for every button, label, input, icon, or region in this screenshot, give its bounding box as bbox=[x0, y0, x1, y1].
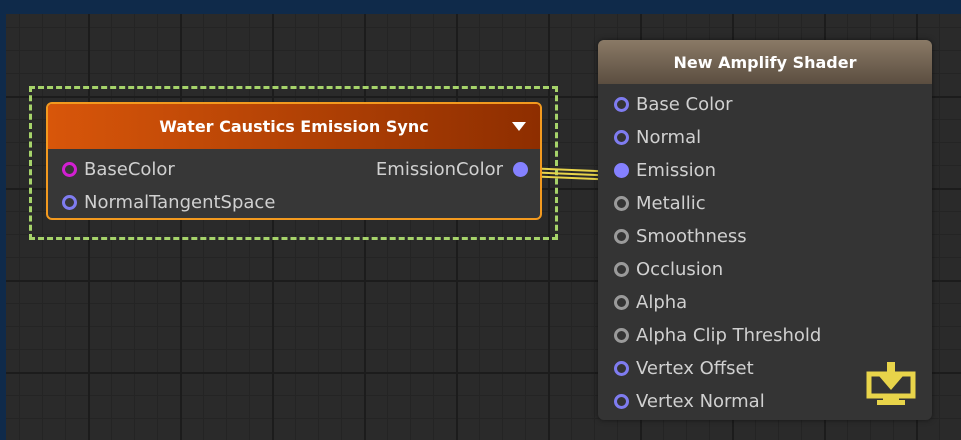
port-circle-icon[interactable] bbox=[62, 162, 77, 177]
port-circle-icon[interactable] bbox=[614, 262, 629, 277]
port-circle-icon[interactable] bbox=[614, 130, 629, 145]
input-port-vertex-offset[interactable]: Vertex Offset bbox=[614, 358, 754, 379]
port-label: Normal bbox=[636, 127, 702, 148]
port-label: Occlusion bbox=[636, 259, 724, 280]
port-circle-icon[interactable] bbox=[614, 361, 629, 376]
node-header[interactable]: Water Caustics Emission Sync bbox=[48, 104, 540, 149]
port-circle-icon[interactable] bbox=[614, 97, 629, 112]
port-label: BaseColor bbox=[84, 159, 175, 180]
input-port-smoothness[interactable]: Smoothness bbox=[614, 226, 747, 247]
input-port-vertex-normal[interactable]: Vertex Normal bbox=[614, 391, 765, 412]
port-circle-icon[interactable] bbox=[614, 229, 629, 244]
port-dot-icon[interactable] bbox=[614, 163, 629, 178]
port-label: Vertex Normal bbox=[636, 391, 765, 412]
port-circle-icon[interactable] bbox=[614, 328, 629, 343]
port-label: Base Color bbox=[636, 94, 733, 115]
input-port-base-color[interactable]: Base Color bbox=[614, 94, 733, 115]
node-header[interactable]: New Amplify Shader bbox=[598, 40, 932, 84]
input-port-alpha[interactable]: Alpha bbox=[614, 292, 687, 313]
port-label: Vertex Offset bbox=[636, 358, 754, 379]
port-label: EmissionColor bbox=[375, 159, 503, 180]
input-port-normal[interactable]: Normal bbox=[614, 127, 701, 148]
input-port-normaltangentspace[interactable]: NormalTangentSpace bbox=[62, 192, 275, 213]
input-port-basecolor[interactable]: BaseColor bbox=[62, 159, 175, 180]
port-label: NormalTangentSpace bbox=[84, 192, 276, 213]
save-icon[interactable] bbox=[866, 362, 916, 408]
input-port-metallic[interactable]: Metallic bbox=[614, 193, 706, 214]
port-label: Alpha bbox=[636, 292, 688, 313]
port-label: Emission bbox=[636, 160, 717, 181]
port-circle-icon[interactable] bbox=[62, 195, 77, 210]
input-port-alpha-clip-threshold[interactable]: Alpha Clip Threshold bbox=[614, 325, 821, 346]
node-title: New Amplify Shader bbox=[673, 52, 857, 72]
port-label: Metallic bbox=[636, 193, 706, 214]
port-circle-icon[interactable] bbox=[614, 196, 629, 211]
chevron-down-icon[interactable] bbox=[512, 122, 526, 131]
output-port-emissioncolor[interactable]: EmissionColor bbox=[376, 159, 528, 180]
port-dot-icon[interactable] bbox=[513, 162, 528, 177]
input-port-occlusion[interactable]: Occlusion bbox=[614, 259, 723, 280]
editor-frame: Water Caustics Emission Sync BaseColor N… bbox=[0, 0, 961, 440]
port-label: Smoothness bbox=[636, 226, 747, 247]
node-title: Water Caustics Emission Sync bbox=[159, 117, 429, 136]
port-label: Alpha Clip Threshold bbox=[636, 325, 822, 346]
port-circle-icon[interactable] bbox=[614, 394, 629, 409]
input-port-emission[interactable]: Emission bbox=[614, 160, 716, 181]
port-circle-icon[interactable] bbox=[614, 295, 629, 310]
